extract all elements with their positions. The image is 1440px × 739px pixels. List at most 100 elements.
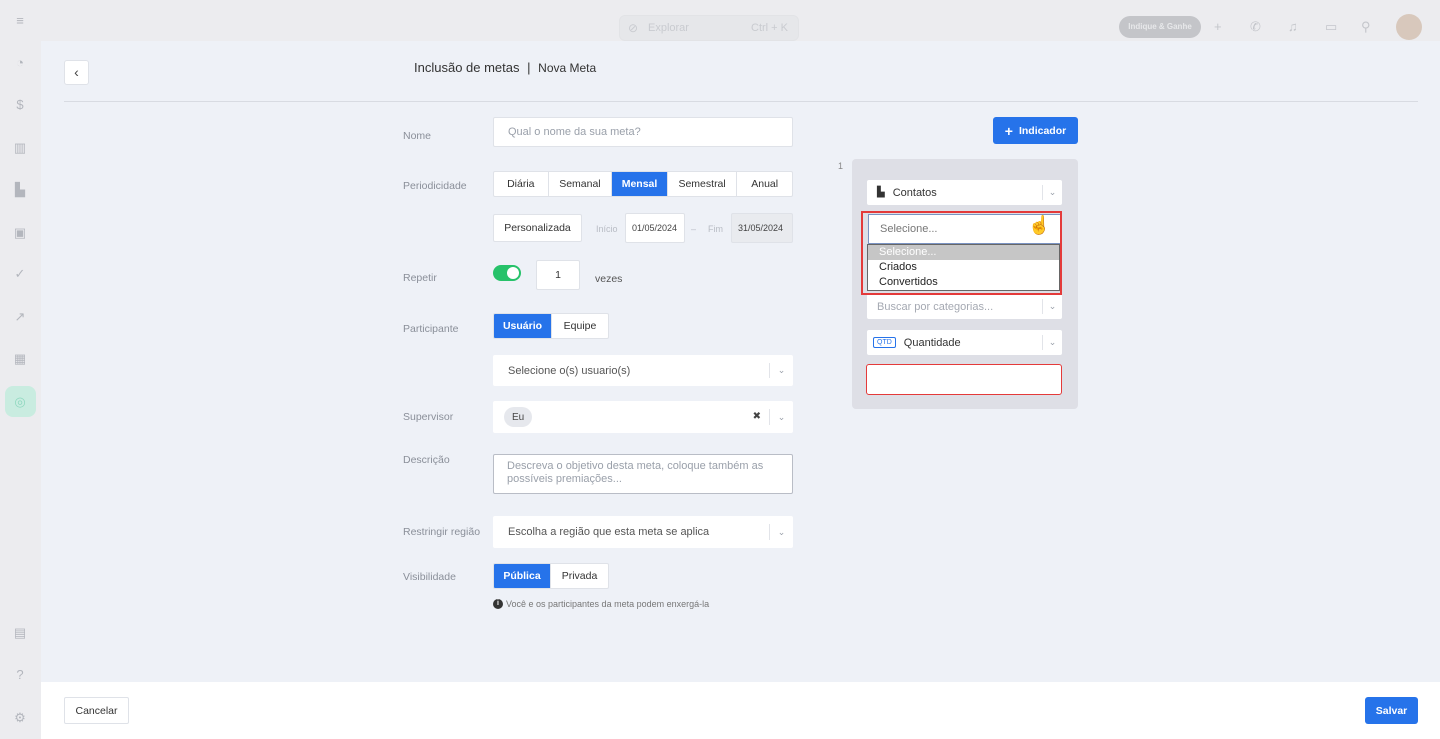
periodicidade-segmented: Diária Semanal Mensal Semestral Anual xyxy=(493,171,793,197)
calendar-icon[interactable]: ▣ xyxy=(11,224,29,242)
top-bar: ⊘ Explorar Ctrl + K Indique & Ganhe + ✆ … xyxy=(41,0,1440,41)
bell-icon[interactable]: ♫ xyxy=(1288,19,1298,34)
participante-label: Participante xyxy=(403,323,459,335)
chevron-down-icon: ⌄ xyxy=(1042,299,1062,314)
plus-icon: + xyxy=(1004,122,1013,139)
page-title: Inclusão de metas | Nova Meta xyxy=(414,60,596,75)
help-icon[interactable]: ? xyxy=(11,666,29,684)
dashboard-icon[interactable]: ◔ xyxy=(11,54,29,72)
descricao-placeholder: Descreva o objetivo desta meta, coloque … xyxy=(507,460,764,485)
usuarios-placeholder: Selecione o(s) usuario(s) xyxy=(508,364,631,377)
explore-label: Explorar xyxy=(648,22,689,34)
money-icon[interactable]: $ xyxy=(11,96,29,114)
inicio-label: Início xyxy=(596,224,618,234)
indicator-number: 1 xyxy=(838,161,844,171)
repetir-count-input[interactable]: 1 xyxy=(536,260,580,290)
period-option-anual[interactable]: Anual xyxy=(737,172,792,196)
hand-cursor-icon: ☝ xyxy=(1028,215,1051,235)
regiao-placeholder: Escolha a região que esta meta se aplica xyxy=(508,526,710,538)
info-icon: i xyxy=(493,599,503,609)
visibilidade-info: i Você e os participantes da meta podem … xyxy=(493,599,709,609)
indicator-panel: ▙ Contatos ⌄ Buscar por categorias... ⌄ … xyxy=(852,159,1078,409)
visibilidade-info-text: Você e os participantes da meta podem en… xyxy=(506,599,710,609)
building-icon[interactable]: ▥ xyxy=(11,139,29,157)
metric-select[interactable]: QTD Quantidade ⌄ xyxy=(867,330,1062,355)
descricao-textarea[interactable]: Descreva o objetivo desta meta, coloque … xyxy=(493,454,793,494)
goal-value-input[interactable] xyxy=(866,364,1062,395)
back-button[interactable]: ‹ xyxy=(64,60,89,85)
inbox-icon[interactable]: ▭ xyxy=(1325,19,1337,35)
date-range-separator: – xyxy=(691,224,697,234)
repetir-toggle[interactable] xyxy=(493,265,521,281)
categorias-select[interactable]: Buscar por categorias... ⌄ xyxy=(867,294,1062,319)
period-option-diaria[interactable]: Diária xyxy=(494,172,549,196)
indique-ganhe-button[interactable]: Indique & Ganhe xyxy=(1119,16,1201,38)
add-indicador-label: Indicador xyxy=(1018,124,1067,137)
nome-input[interactable]: Qual o nome da sua meta? xyxy=(493,117,793,147)
supervisor-label: Supervisor xyxy=(403,411,454,423)
search-icon: ⊘ xyxy=(628,21,639,35)
period-option-mensal[interactable]: Mensal xyxy=(612,172,668,196)
trend-icon[interactable]: ↗ xyxy=(11,308,29,326)
descricao-label: Descrição xyxy=(403,454,450,466)
period-option-semanal[interactable]: Semanal xyxy=(549,172,613,196)
fim-date-input: 31/05/2024 xyxy=(731,213,793,243)
plus-icon[interactable]: + xyxy=(1214,19,1222,34)
user-avatar[interactable] xyxy=(1396,14,1422,40)
page-subtitle: Nova Meta xyxy=(538,61,597,75)
chevron-down-icon: ⌄ xyxy=(769,363,793,378)
entity-value: Contatos xyxy=(892,186,937,199)
title-separator: | xyxy=(527,60,531,75)
check-icon[interactable]: ✓ xyxy=(11,265,29,283)
chevron-down-icon: ⌄ xyxy=(769,524,793,540)
add-indicador-button[interactable]: + Indicador xyxy=(993,117,1078,144)
nome-label: Nome xyxy=(403,130,432,142)
chevron-left-icon: ‹ xyxy=(74,64,79,80)
period-option-semestral[interactable]: Semestral xyxy=(668,172,738,196)
visibilidade-label: Visibilidade xyxy=(403,571,456,583)
save-button[interactable]: Salvar xyxy=(1365,697,1418,724)
inicio-date-input[interactable]: 01/05/2024 xyxy=(625,213,685,243)
menu-icon[interactable]: ≡ xyxy=(11,12,29,30)
explore-shortcut: Ctrl + K xyxy=(751,22,788,34)
phone-icon[interactable]: ✆ xyxy=(1250,19,1261,35)
courses-icon[interactable]: ▤ xyxy=(11,624,29,642)
repetir-suffix: vezes xyxy=(595,273,623,285)
target-icon: ◎ xyxy=(14,394,26,409)
categorias-placeholder: Buscar por categorias... xyxy=(877,300,994,313)
nome-placeholder: Qual o nome da sua meta? xyxy=(508,126,641,138)
settings-icon[interactable]: ⚙ xyxy=(11,709,29,727)
widgets-icon[interactable]: ▦ xyxy=(11,350,29,368)
cancel-button[interactable]: Cancelar xyxy=(64,697,129,724)
regiao-select[interactable]: Escolha a região que esta meta se aplica… xyxy=(493,516,793,548)
regiao-label: Restringir região xyxy=(403,526,481,538)
participante-option-usuario[interactable]: Usuário xyxy=(494,314,552,338)
fim-label: Fim xyxy=(708,224,723,234)
repetir-label: Repetir xyxy=(403,272,437,284)
clear-icon[interactable]: ✖ xyxy=(753,411,761,422)
chevron-down-icon: ⌄ xyxy=(1042,335,1062,350)
visibilidade-option-privada[interactable]: Privada xyxy=(551,564,608,588)
metric-value: Quantidade xyxy=(903,336,961,349)
participante-option-equipe[interactable]: Equipe xyxy=(552,314,608,338)
supervisor-select[interactable]: ✖ ⌄ xyxy=(493,401,793,433)
entity-select[interactable]: ▙ Contatos ⌄ xyxy=(867,180,1062,205)
side-navigation: ≡ ◔ $ ▥ ▙ ▣ ✓ ↗ ▦ ◎ ▤ ? ⚙ xyxy=(0,0,41,739)
modal-footer: Cancelar Salvar xyxy=(41,682,1440,739)
page-title-text: Inclusão de metas xyxy=(414,60,520,75)
usuarios-select[interactable]: Selecione o(s) usuario(s) ⌄ xyxy=(493,355,793,386)
inicio-date-value: 01/05/2024 xyxy=(632,223,678,233)
fim-date-value: 31/05/2024 xyxy=(738,223,784,233)
chevron-down-icon: ⌄ xyxy=(1042,185,1062,200)
building-icon: ▙ xyxy=(877,187,885,198)
qtd-badge: QTD xyxy=(873,337,896,348)
header-divider xyxy=(64,101,1418,102)
chart-icon[interactable]: ▙ xyxy=(11,181,29,199)
visibilidade-option-publica[interactable]: Pública xyxy=(494,564,551,588)
personalizada-button[interactable]: Personalizada xyxy=(493,214,582,242)
explore-search[interactable]: ⊘ Explorar Ctrl + K xyxy=(619,15,799,41)
integrations-icon[interactable]: ⚲ xyxy=(1361,19,1371,35)
participante-segmented: Usuário Equipe xyxy=(493,313,609,339)
visibilidade-segmented: Pública Privada xyxy=(493,563,609,589)
supervisor-chip[interactable]: Eu xyxy=(504,407,533,427)
